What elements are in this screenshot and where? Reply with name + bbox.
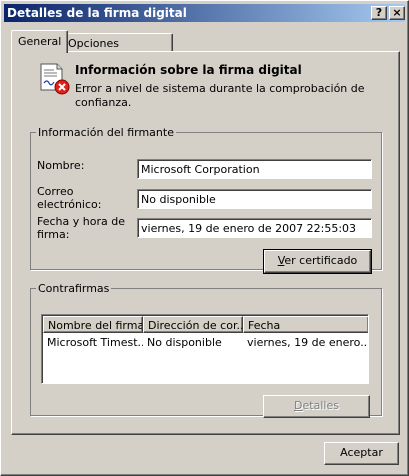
signing-datetime-field[interactable]: viernes, 19 de enero de 2007 22:55:03 — [137, 218, 372, 238]
email-label-line2: electrónico: — [37, 198, 102, 211]
general-tab-panel: Información sobre la firma digital Error… — [11, 51, 400, 435]
countersignatures-list[interactable]: Nombre del firma... Dirección de cor... … — [41, 314, 369, 384]
countersignatures-legend: Contrafirmas — [38, 282, 110, 295]
list-header: Nombre del firma... Dirección de cor... … — [43, 316, 368, 333]
cell-date: viernes, 19 de enero... — [247, 336, 369, 349]
name-label: Nombre: — [37, 159, 85, 172]
email-label-line1: Correo — [37, 185, 74, 198]
datetime-label-line2: firma: — [37, 228, 70, 241]
signer-info-group: Información del firmante Nombre: Microso… — [30, 126, 382, 274]
digital-signature-details-dialog: Detalles de la firma digital ? × General… — [0, 0, 409, 476]
countersignatures-group: Contrafirmas Nombre del firma... Direcci… — [30, 282, 382, 418]
details-button[interactable]: Detalles — [263, 395, 370, 418]
certificate-error-icon — [40, 63, 70, 95]
cell-email: No disponible — [147, 336, 222, 349]
signer-info-legend: Información del firmante — [38, 126, 174, 139]
details-accelerator: D — [294, 399, 303, 412]
tab-general-label: General — [18, 35, 62, 48]
signature-info-title: Información sobre la firma digital — [75, 63, 302, 77]
window-title: Detalles de la firma digital — [7, 6, 187, 20]
list-item[interactable]: Microsoft Timest... No disponible vierne… — [43, 334, 369, 350]
title-bar[interactable]: Detalles de la firma digital ? × — [4, 4, 405, 22]
accept-button[interactable]: Aceptar — [324, 442, 399, 465]
column-header-date[interactable]: Fecha — [243, 316, 368, 333]
signer-name-field[interactable]: Microsoft Corporation — [137, 159, 372, 179]
view-certificate-button[interactable]: Ver certificado — [263, 249, 372, 274]
details-label: etalles — [302, 399, 339, 412]
signature-status-message: Error a nivel de sistema durante la comp… — [75, 82, 365, 109]
column-header-email[interactable]: Dirección de cor... — [143, 316, 243, 333]
column-header-signer-name[interactable]: Nombre del firma... — [43, 316, 143, 333]
tab-general[interactable]: General — [11, 30, 69, 53]
signer-email-field[interactable]: No disponible — [137, 189, 372, 209]
view-certificate-label: er certificado — [284, 254, 358, 267]
datetime-label-line1: Fecha y hora de — [37, 215, 125, 228]
help-button[interactable]: ? — [371, 6, 387, 20]
cell-signer-name: Microsoft Timest... — [47, 336, 143, 349]
tab-advanced-options[interactable]: Opciones avanzadas — [61, 33, 173, 63]
close-button[interactable]: × — [389, 6, 405, 20]
